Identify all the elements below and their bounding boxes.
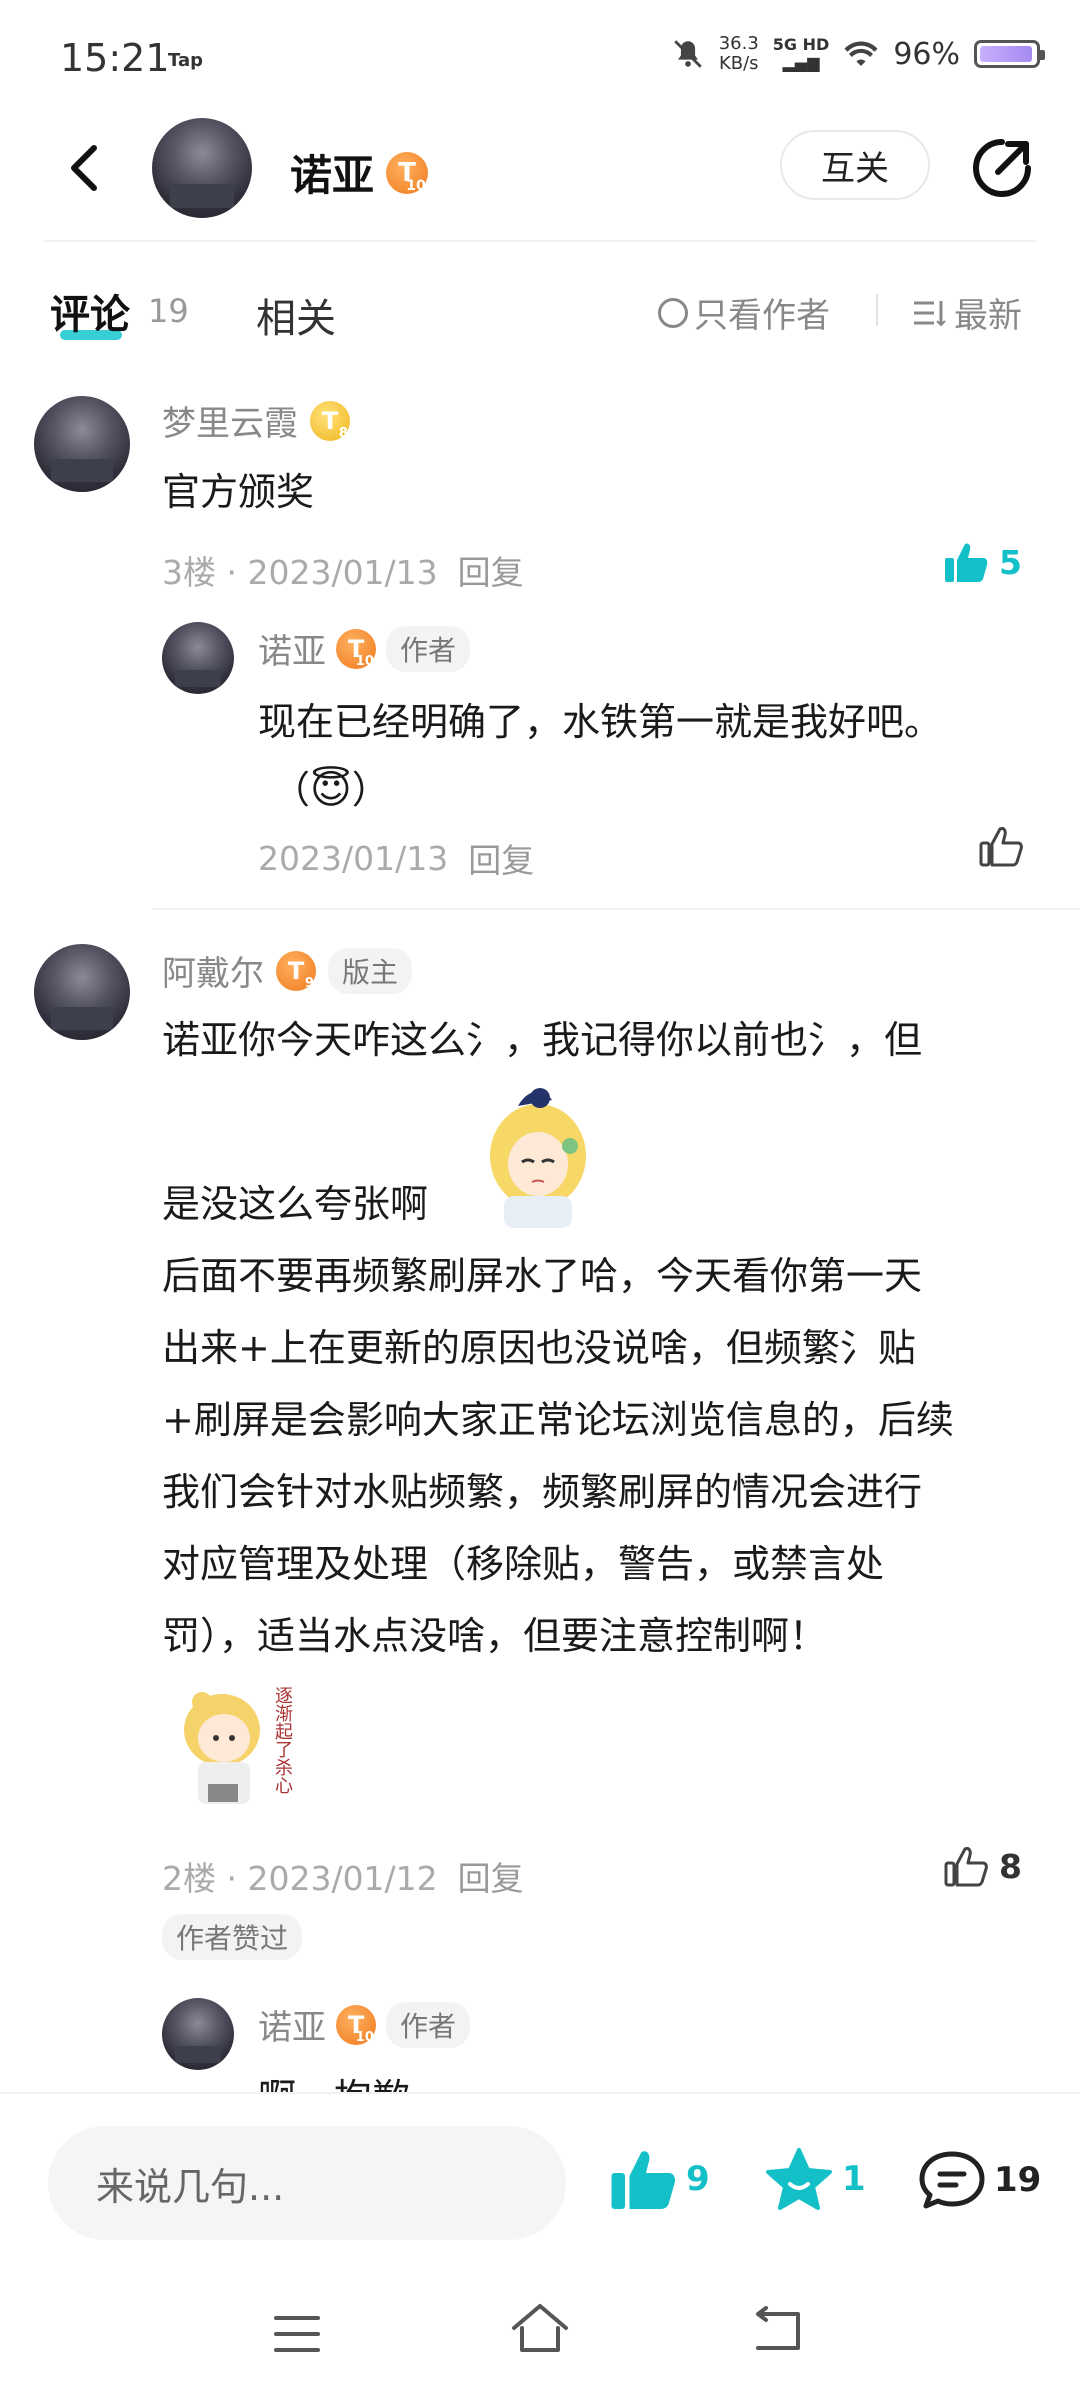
return-icon[interactable] [752,2306,804,2354]
level-badge-icon: T9 [276,950,316,991]
comment-text-line: 出来+上在更新的原因也没说啥，但频繁氵贴 [162,1326,916,1370]
reply-meta: 2023/01/13 回复 [258,834,534,882]
header-username: 诺亚 [290,151,375,200]
comment-avatar[interactable] [34,396,130,492]
comment-text-line: +刷屏是会影响大家正常论坛浏览信息的，后续 [162,1398,954,1442]
author-liked-badge: 作者赞过 [162,1914,303,1960]
comment-username: 阿戴尔 [162,954,264,994]
reply-avatar[interactable] [162,1998,234,2070]
comment-divider [152,908,1080,910]
thumbs-up-icon [944,1847,988,1887]
home-icon[interactable] [510,2302,570,2356]
thumbs-up-icon [945,543,988,582]
tab-comments[interactable]: 评论 [50,282,130,340]
reply-avatar[interactable] [162,622,234,694]
header-avatar[interactable] [152,118,252,218]
reply-button[interactable]: 回复 [458,1852,524,1900]
sort-latest-button[interactable]: 最新 [912,288,1022,337]
thumbs-up-icon [611,2151,676,2209]
moderator-badge: 版主 [328,947,413,994]
sort-icon [914,300,946,326]
comment-like-button[interactable]: 5 [943,540,1022,584]
post-comment-button[interactable]: 19 [918,2148,1041,2212]
comment-like-button[interactable]: 8 [943,1844,1022,1888]
battery-icon [974,40,1045,68]
comment-icon [919,2151,985,2209]
comment-floor-date: 2楼 · 2023/01/12 [162,1859,438,1898]
reply-username: 诺亚 [258,2008,326,2048]
sticker-girl-image [184,1692,260,1804]
sticker-caption: 逐渐起了杀心 [272,1686,293,1794]
wifi-icon [844,41,878,66]
network-indicator: 5G HD ▂▄▆ [772,35,830,72]
star-icon [766,2148,832,2210]
sticker-girl-image [490,1088,586,1228]
radio-circle-icon [658,297,688,328]
author-badge: 作者 [386,2001,471,2048]
battery-percent: 96% [893,36,960,72]
level-badge-icon: T 10 [336,2004,376,2045]
comment-floor-date: 3楼 · 2023/01/13 [162,553,438,592]
reply-text-line: 现在已经明确了，水铁第一就是我好吧。 [258,700,943,744]
level-badge-icon: T 10 [336,628,376,669]
only-author-toggle[interactable]: 只看作者 [658,288,830,337]
comment-text-line: 罚），适当水点没啥，但要注意控制啊！ [162,1614,828,1658]
mutual-follow-button[interactable]: 互关 [780,130,930,200]
status-app-tag: Tap [168,50,203,71]
header-user[interactable]: 诺亚 T 10 [290,142,429,203]
signal-icon: ▂▄▆ [782,53,820,72]
tab-separator [876,294,878,326]
menu-icon[interactable] [272,2312,322,2356]
comment-username: 梦里云霞 [162,404,298,444]
comment-text-line: 是没这么夸张啊 [162,1182,429,1226]
reply-author[interactable]: 诺亚 T 10 作者 [258,2000,471,2049]
comment-meta: 2楼 · 2023/01/12 回复 [162,1852,524,1900]
level-badge-icon: T8 [310,400,350,441]
comment-text-line: 后面不要再频繁刷屏水了哈，今天看你第一天 [162,1254,923,1298]
angel-emoji: 😇 [310,767,352,813]
comment-text-line: 诺亚你今天咋这么氵，我记得你以前也氵，但 [162,1018,923,1062]
tab-comments-count: 19 [148,292,189,330]
reply-date: 2023/01/13 [258,838,449,878]
comment-text-line: 我们会针对水贴频繁，频繁刷屏的情况会进行 [162,1470,923,1514]
thumbs-up-icon[interactable] [978,824,1024,868]
comment-author[interactable]: 梦里云霞 T8 [162,396,350,445]
author-badge: 作者 [386,625,471,672]
reply-text: 啊，抱歉 [258,2062,410,2092]
status-right: 36.3 KB/s 5G HD ▂▄▆ 96% [671,33,1045,74]
reply-author[interactable]: 诺亚 T 10 作者 [258,624,471,673]
reply-username: 诺亚 [258,632,326,672]
comment-meta: 3楼 · 2023/01/13 回复 [162,546,524,594]
comment-author[interactable]: 阿戴尔 T9 版主 [162,946,413,995]
sticker-image: 逐渐起了杀心 [172,1680,312,1820]
status-time: 15:21 [60,36,170,80]
post-favorite-button[interactable]: 1 [764,2146,866,2212]
comment-paragraph: 后面不要再频繁刷屏水了哈，今天看你第一天 出来+上在更新的原因也没说啥，但频繁氵… [162,1240,1042,1672]
level-badge-icon: T 10 [386,151,429,194]
back-icon[interactable] [58,138,118,198]
share-icon[interactable] [968,134,1036,202]
comment-text: 官方颁奖 [162,470,315,514]
post-like-button[interactable]: 9 [608,2146,710,2212]
reply-clip: 诺亚 T10 作者 啊，抱歉 [0,1980,1080,2092]
mute-icon [673,40,702,68]
comment-input[interactable]: 来说几句... [48,2126,566,2240]
tab-related[interactable]: 相关 [256,286,336,344]
comment-text-line: 对应管理及处理（移除贴，警告，或禁言处 [162,1542,885,1586]
net-speed: 36.3 KB/s [718,33,759,74]
bottom-bar-divider [0,2092,1080,2094]
comment-avatar[interactable] [34,944,130,1040]
header-divider [44,240,1036,242]
reply-text-emoji-line: （ 😇 ） [272,754,390,826]
reply-button[interactable]: 回复 [458,546,524,594]
reply-button[interactable]: 回复 [468,834,534,882]
